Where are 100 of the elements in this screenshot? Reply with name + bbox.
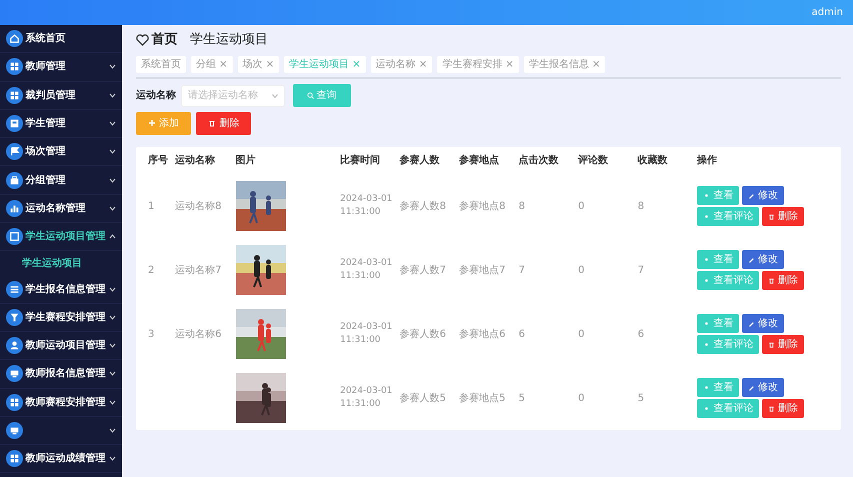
sidebar-item[interactable]: 学生管理 xyxy=(26,116,66,132)
sidebar-subitem[interactable]: 学生运动项目 xyxy=(22,256,82,271)
table-cell: 8 xyxy=(518,200,526,212)
chevron-down-icon xyxy=(272,94,278,98)
column-header: 参赛人数 xyxy=(398,153,441,168)
trash-icon xyxy=(768,277,775,284)
dot-icon xyxy=(703,277,710,284)
briefcase-icon xyxy=(6,172,23,189)
sidebar-item[interactable]: 学生赛程安排管理 xyxy=(26,310,106,325)
pencil-icon xyxy=(748,192,755,199)
tab[interactable]: 系统首页 xyxy=(136,56,186,73)
table-cell: 5 xyxy=(638,392,644,404)
trash-icon xyxy=(208,119,216,128)
delete-button[interactable]: 删除 xyxy=(762,335,804,354)
table-cell: 7 xyxy=(638,264,644,276)
sidebar-item[interactable]: 教师赛程安排管理 xyxy=(26,394,106,410)
sidebar-item[interactable]: 教师管理 xyxy=(26,59,66,74)
table-cell: 参赛地点6 xyxy=(459,328,506,340)
table-cell: 2024-03-01 11:31:00 xyxy=(340,194,392,217)
column-header: 图片 xyxy=(234,154,257,168)
tab[interactable]: 运动名称 × xyxy=(370,56,432,73)
row-number: 2 xyxy=(148,264,154,276)
table-cell: 参赛人数8 xyxy=(400,200,446,212)
user-name[interactable]: admin xyxy=(812,5,843,20)
table-cell: 7 xyxy=(518,264,526,276)
column-header: 比赛时间 xyxy=(339,153,382,168)
pencil-icon xyxy=(748,256,755,263)
grid-icon xyxy=(6,450,23,468)
column-header: 评论数 xyxy=(576,154,610,168)
tab[interactable]: 学生报名信息 × xyxy=(524,56,606,73)
building-icon xyxy=(6,115,23,132)
edit-button[interactable]: 修改 xyxy=(742,250,784,269)
sidebar-item[interactable]: 教师报名信息管理 xyxy=(26,366,106,382)
home-icon xyxy=(6,30,23,48)
delete-button[interactable]: 删除 xyxy=(762,271,804,290)
column-header: 运动名称 xyxy=(174,154,216,168)
search-label: 运动名称 xyxy=(136,88,176,103)
sidebar-item[interactable]: 教师运动项目管理 xyxy=(26,338,106,354)
tab[interactable]: 学生赛程安排 × xyxy=(437,56,519,73)
table-cell: 参赛地点7 xyxy=(459,264,506,276)
table-cell: 5 xyxy=(518,392,526,404)
table-cell: 参赛人数7 xyxy=(400,264,446,276)
list-icon xyxy=(6,280,23,298)
page-title: 学生运动项目 xyxy=(190,31,268,49)
table-cell: 参赛地点8 xyxy=(459,200,506,212)
trash-icon xyxy=(768,213,775,220)
column-header: 参赛地点 xyxy=(458,153,500,168)
table-cell: 参赛地点5 xyxy=(459,392,506,404)
sidebar-item[interactable]: 分组管理 xyxy=(26,172,66,188)
sidebar-item[interactable]: 运动名称管理 xyxy=(26,200,86,216)
table-cell: 0 xyxy=(578,392,585,404)
search-icon xyxy=(306,92,314,99)
table-cell: 运动名称6 xyxy=(175,328,222,340)
bar-chart-icon xyxy=(6,200,23,217)
monitor-icon xyxy=(6,422,23,439)
add-button[interactable]: 添加 xyxy=(136,112,192,135)
table-cell: 0 xyxy=(578,328,585,340)
funnel-icon xyxy=(6,308,23,326)
tab[interactable]: 分组 × xyxy=(191,56,233,73)
pencil-icon xyxy=(748,320,755,327)
delete-button[interactable]: 删除 xyxy=(762,399,804,418)
dot-icon xyxy=(703,341,710,348)
column-header: 操作 xyxy=(696,154,718,168)
tab[interactable]: 学生运动项目 × xyxy=(284,56,366,73)
sidebar-item[interactable]: 教师运动成绩管理 xyxy=(26,451,106,466)
trash-icon xyxy=(768,341,775,348)
edit-button[interactable]: 修改 xyxy=(742,314,784,333)
edit-button[interactable]: 修改 xyxy=(742,378,784,397)
tab[interactable]: 场次 × xyxy=(238,56,280,73)
table-cell: 参赛人数5 xyxy=(400,392,446,404)
table-cell: 6 xyxy=(518,328,526,340)
table-cell: 8 xyxy=(638,200,644,212)
table-cell: 2024-03-01 11:31:00 xyxy=(340,386,392,409)
row-number: 3 xyxy=(148,328,154,340)
plus-icon xyxy=(148,119,156,128)
sidebar-item[interactable]: 系统首页 xyxy=(26,31,66,46)
table-cell: 运动名称8 xyxy=(175,200,222,212)
table-cell: 0 xyxy=(578,264,585,276)
delete-button[interactable]: 删除 xyxy=(762,207,804,226)
table-cell: 2024-03-01 11:31:00 xyxy=(340,258,392,281)
edit-button[interactable]: 修改 xyxy=(742,186,784,205)
delete-button[interactable]: 删除 xyxy=(196,112,252,135)
grid-icon xyxy=(6,394,23,411)
person-icon xyxy=(6,337,23,354)
column-header: 点击次数 xyxy=(518,154,560,168)
sidebar-item[interactable]: 裁判员管理 xyxy=(26,88,76,103)
sidebar-item[interactable]: 场次管理 xyxy=(26,144,66,160)
table-cell: 参赛人数6 xyxy=(400,328,446,340)
heart-icon xyxy=(136,34,149,46)
column-header: 收藏数 xyxy=(636,154,669,168)
sidebar-item[interactable]: 学生报名信息管理 xyxy=(26,282,106,297)
table-cell: 0 xyxy=(578,200,585,212)
breadcrumb-home[interactable]: 首页 xyxy=(152,30,178,50)
sidebar-item[interactable]: 学生运动项目管理 xyxy=(26,229,106,244)
table-cell: 运动名称7 xyxy=(175,264,222,276)
dot-icon xyxy=(703,213,710,220)
dot-icon xyxy=(703,405,710,412)
flag-icon xyxy=(6,143,23,160)
monitor-icon xyxy=(6,365,23,382)
row-number: 1 xyxy=(148,200,154,212)
